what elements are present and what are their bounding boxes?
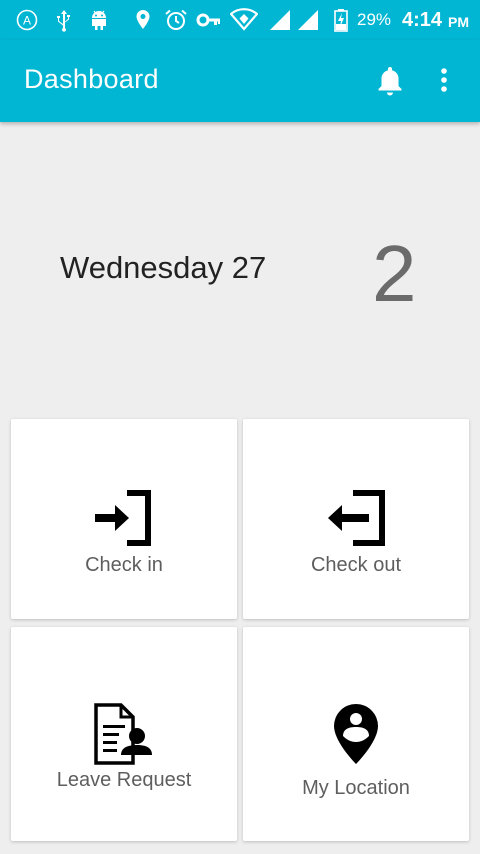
document-person-icon [93,703,153,770]
login-icon [93,487,155,554]
check-out-label: Check out [310,554,402,576]
a-circle-icon: A [16,8,38,32]
status-bar: A 29% 4:14 PM [0,0,480,40]
android-icon [88,8,110,32]
leave-request-label: Leave Request [56,769,192,791]
app-bar: Dashboard [0,40,480,122]
clock-time: 4:14 [402,9,443,31]
battery-percent: 29% [357,10,392,29]
alarm-icon [164,8,188,32]
overflow-menu-button[interactable] [432,64,456,98]
check-out-card[interactable]: Check out [243,419,469,619]
day-label: Wednesday 27 [60,250,267,285]
leave-request-card[interactable]: Leave Request [11,627,237,841]
usb-icon [54,8,74,32]
logout-icon [325,487,387,554]
key-icon [196,8,222,32]
svg-text:A: A [23,14,31,28]
my-location-card[interactable]: My Location [243,627,469,841]
more-vert-icon [432,68,456,102]
count-value: 2 [372,229,417,318]
wifi-icon [230,8,258,32]
signal-icon [268,8,292,32]
page-title: Dashboard [24,64,159,94]
check-in-label: Check in [85,554,163,576]
clock-ampm: PM [448,14,469,30]
bell-icon [374,67,406,102]
my-location-label: My Location [302,777,410,799]
location-person-icon [332,702,380,771]
signal-icon [296,8,320,32]
location-pin-icon [134,8,152,32]
notifications-button[interactable] [374,64,406,98]
battery-charging-icon [334,8,348,32]
check-in-card[interactable]: Check in [11,419,237,619]
